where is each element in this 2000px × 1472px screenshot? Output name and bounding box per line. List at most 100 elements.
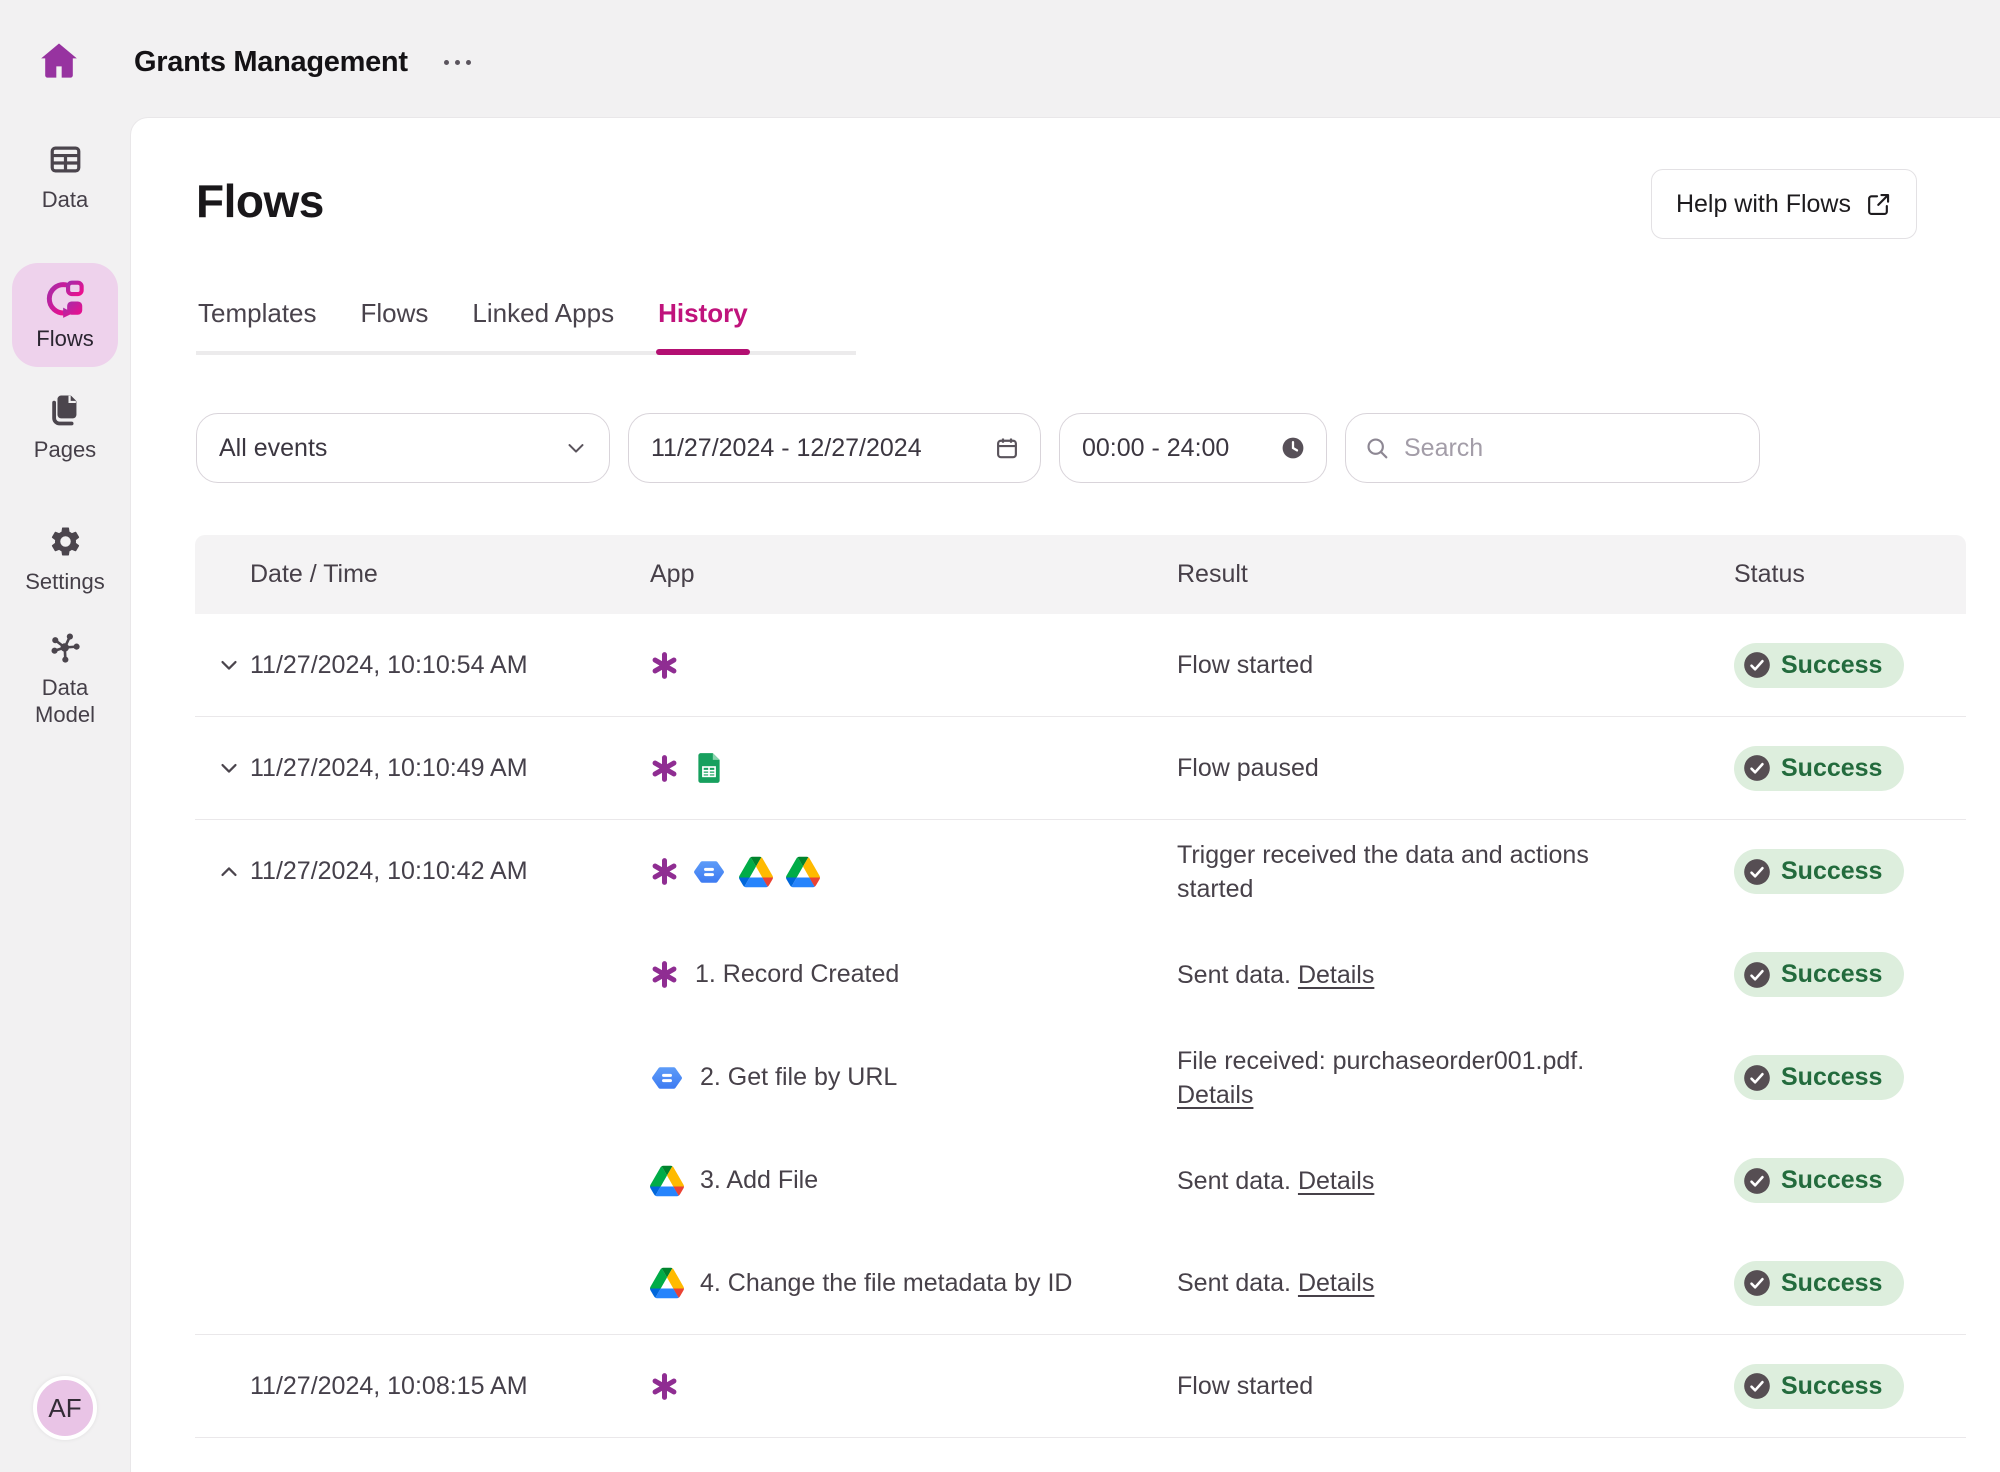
date-range-value: 11/27/2024 - 12/27/2024	[651, 434, 922, 463]
expand-chevron-icon[interactable]	[216, 755, 242, 781]
tab-linked-apps[interactable]: Linked Apps	[470, 298, 616, 351]
sidebar-item-data-model[interactable]: Data Model	[0, 630, 130, 728]
status-text: Success	[1781, 960, 1882, 989]
step-label: 1. Record Created	[695, 960, 899, 989]
result-text: Flow started	[1177, 1372, 1313, 1400]
calendar-icon	[994, 435, 1020, 461]
google-drive-icon	[786, 855, 820, 889]
date-range-input[interactable]: 11/27/2024 - 12/27/2024	[628, 413, 1041, 483]
data-table-icon	[48, 142, 83, 177]
flow-asterisk-icon	[650, 1372, 679, 1401]
step-row: 4. Change the file metadata by IDSent da…	[195, 1232, 1966, 1335]
column-header-status: Status	[1734, 560, 1966, 589]
step-row: 2. Get file by URL File received: purchas…	[195, 1026, 1966, 1129]
gear-icon	[48, 524, 83, 559]
status-text: Success	[1781, 651, 1882, 680]
flows-icon	[45, 279, 85, 319]
google-drive-icon	[650, 1164, 684, 1198]
column-header-date-time: Date / Time	[250, 560, 650, 589]
flow-asterisk-icon	[650, 651, 679, 680]
row-datetime: 11/27/2024, 10:10:49 AM	[250, 754, 528, 782]
status-text: Success	[1781, 1269, 1882, 1298]
step-row: 3. Add File Sent data. Details Success	[195, 1129, 1966, 1232]
status-badge: Success	[1734, 746, 1904, 791]
row-datetime: 11/27/2024, 10:08:15 AM	[250, 1372, 528, 1400]
time-range-input[interactable]: 00:00 - 24:00	[1059, 413, 1327, 483]
history-table: Date / Time App Result Status 11/27/2024…	[195, 535, 1966, 1438]
status-badge: Success	[1734, 1261, 1904, 1306]
check-circle-icon	[1743, 961, 1771, 989]
status-text: Success	[1781, 1372, 1882, 1401]
details-link[interactable]: Details	[1298, 1167, 1374, 1195]
row-datetime: 11/27/2024, 10:10:54 AM	[250, 651, 528, 679]
flow-row[interactable]: 11/27/2024, 10:08:15 AM Flow started Succe…	[195, 1335, 1966, 1438]
sidebar-item-label: Flows	[36, 326, 93, 352]
avatar-initials: AF	[48, 1393, 81, 1424]
result-text: File received: purchaseorder001.pdf.	[1177, 1047, 1584, 1075]
result-text: Flow paused	[1177, 754, 1319, 782]
avatar[interactable]: AF	[33, 1376, 97, 1440]
app-menu-button[interactable]	[444, 60, 471, 65]
events-select[interactable]: All events	[196, 413, 610, 483]
google-drive-icon	[739, 855, 773, 889]
api-hexagon-icon	[692, 855, 726, 889]
tab-history[interactable]: History	[656, 298, 750, 351]
chevron-down-icon	[563, 435, 589, 461]
table-body: 11/27/2024, 10:10:54 AM Flow started Succe…	[195, 614, 1966, 1438]
sidebar-item-flows[interactable]: Flows	[12, 263, 118, 367]
sidebar-item-pages[interactable]: Pages	[0, 392, 130, 463]
main-panel: Flows Help with Flows Templates Flows Link…	[130, 117, 2000, 1472]
column-header-result: Result	[1177, 560, 1734, 589]
details-link[interactable]: Details	[1177, 1081, 1253, 1109]
flow-row[interactable]: 11/27/2024, 10:10:42 AMTrigger received …	[195, 820, 1966, 923]
result-text: Sent data.	[1177, 961, 1298, 989]
search-box	[1345, 413, 1760, 483]
data-model-icon	[48, 630, 83, 665]
flow-asterisk-icon	[650, 857, 679, 886]
tabs: Templates Flows Linked Apps History	[196, 298, 856, 355]
google-sheets-icon	[692, 751, 726, 785]
search-input[interactable]	[1404, 434, 1739, 463]
page-title: Flows	[196, 176, 324, 226]
tab-flows[interactable]: Flows	[359, 298, 431, 351]
step-label: 3. Add File	[700, 1166, 818, 1195]
sidebar: Data Flows Pages Settings Data Model AF	[0, 0, 130, 1472]
check-circle-icon	[1743, 1269, 1771, 1297]
status-text: Success	[1781, 857, 1882, 886]
filters-bar: All events 11/27/2024 - 12/27/2024 00:00…	[196, 413, 1760, 483]
step-label: 2. Get file by URL	[700, 1063, 897, 1092]
sidebar-item-label: Settings	[25, 568, 105, 595]
tab-templates[interactable]: Templates	[196, 298, 319, 351]
status-badge: Success	[1734, 1158, 1904, 1203]
sidebar-item-label: Data Model	[20, 674, 110, 728]
expand-chevron-icon[interactable]	[216, 652, 242, 678]
details-link[interactable]: Details	[1298, 1269, 1374, 1297]
status-badge: Success	[1734, 1055, 1904, 1100]
help-with-flows-button[interactable]: Help with Flows	[1651, 169, 1917, 239]
status-text: Success	[1781, 754, 1882, 783]
sidebar-item-data[interactable]: Data	[0, 142, 130, 213]
flow-row[interactable]: 11/27/2024, 10:10:49 AM Flow paused Succes…	[195, 717, 1966, 820]
check-circle-icon	[1743, 1064, 1771, 1092]
check-circle-icon	[1743, 858, 1771, 886]
search-icon	[1364, 435, 1390, 461]
check-circle-icon	[1743, 651, 1771, 679]
step-row: 1. Record Created Sent data. Details Succe…	[195, 923, 1966, 1026]
collapse-chevron-icon[interactable]	[216, 859, 242, 885]
time-range-value: 00:00 - 24:00	[1082, 434, 1229, 463]
result-text: Trigger received the data and actions st…	[1177, 841, 1589, 903]
result-text: Sent data.	[1177, 1167, 1298, 1195]
flow-asterisk-icon	[650, 960, 679, 989]
status-text: Success	[1781, 1063, 1882, 1092]
status-badge: Success	[1734, 643, 1904, 688]
flow-row[interactable]: 11/27/2024, 10:10:54 AMFlow startedSucce…	[195, 614, 1966, 717]
sidebar-item-settings[interactable]: Settings	[0, 524, 130, 595]
google-drive-icon	[650, 1266, 684, 1300]
sidebar-item-label: Pages	[34, 436, 96, 463]
check-circle-icon	[1743, 754, 1771, 782]
sidebar-item-label: Data	[42, 186, 88, 213]
clock-icon	[1280, 435, 1306, 461]
status-text: Success	[1781, 1166, 1882, 1195]
api-hexagon-icon	[650, 1061, 684, 1095]
details-link[interactable]: Details	[1298, 961, 1374, 989]
